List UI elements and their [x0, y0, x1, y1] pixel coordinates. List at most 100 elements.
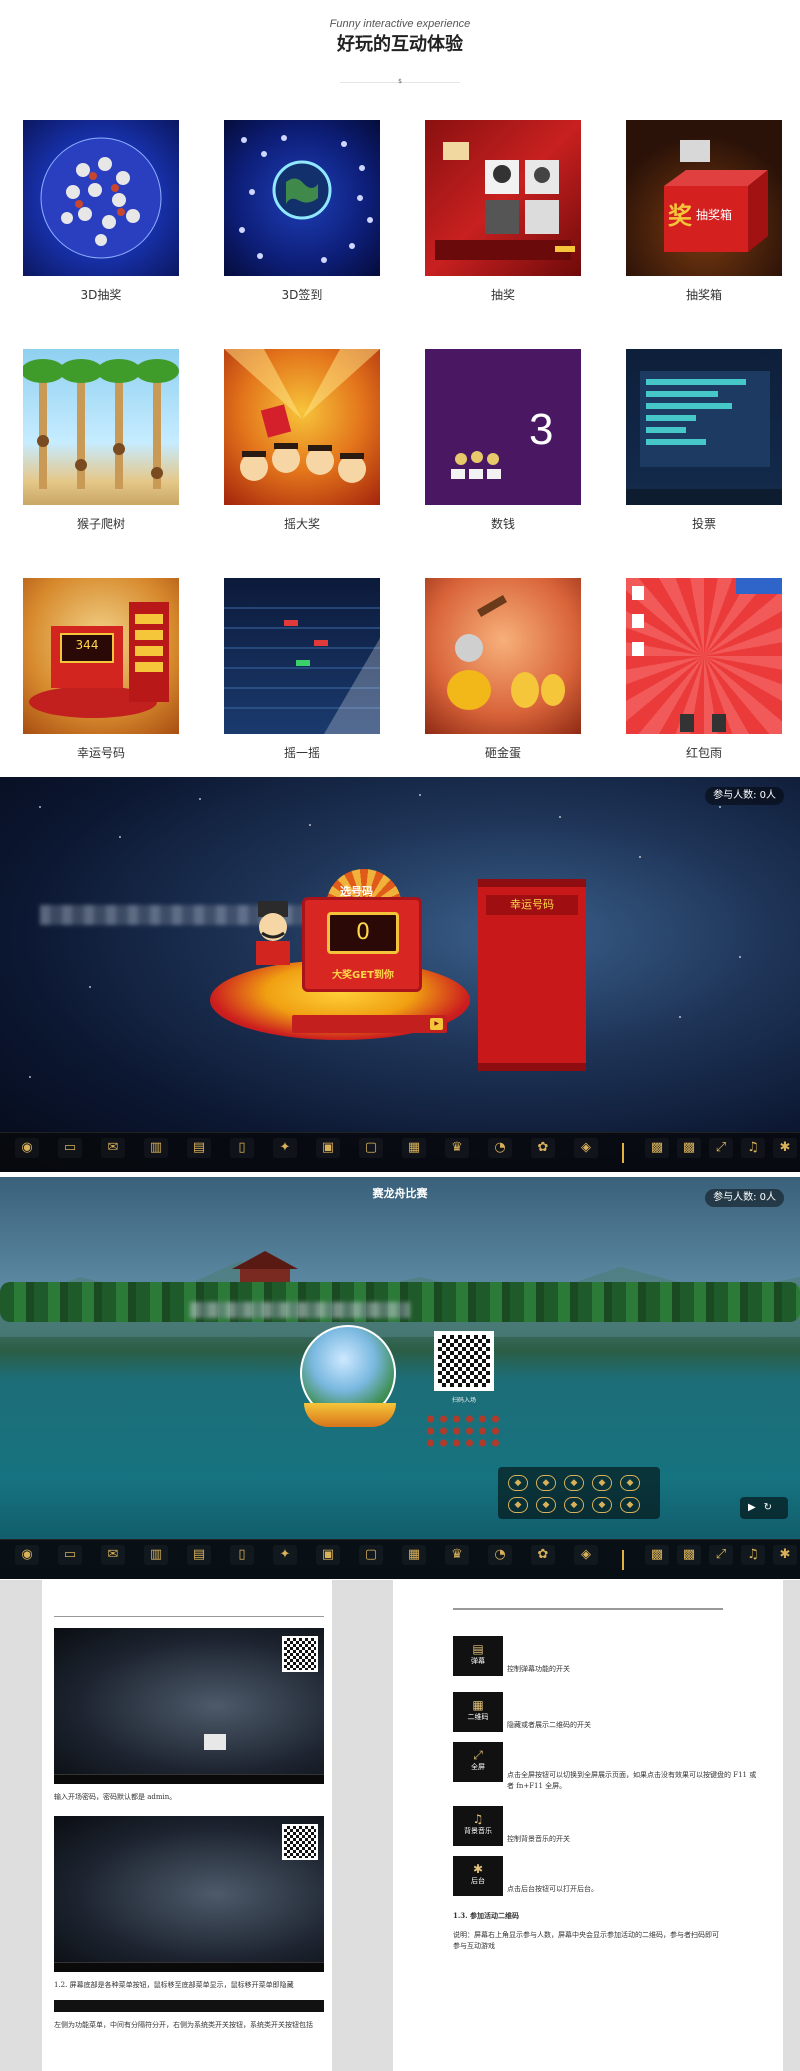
section-paragraph: 说明：屏幕右上角显示参与人数，屏幕中央会显示参加活动的二维码，参与者扫码即可参与…	[453, 1931, 719, 1950]
toolbar-strip	[54, 2000, 324, 2012]
toolbar-button[interactable]: ▦	[397, 1136, 431, 1170]
game-label: 砸金蛋	[484, 746, 521, 760]
game-label: 幸运号码	[76, 746, 125, 760]
game-card-lucky-number[interactable]: 344 幸运号码	[23, 578, 179, 760]
boat-option[interactable]: ◆	[564, 1497, 584, 1513]
toolbar-button[interactable]: ▩	[672, 1136, 706, 1170]
caption-menu: 1.2. 屏幕底部是各种菜单按钮，鼠标移至底部菜单显示，鼠标移开菜单即隐藏	[54, 1981, 294, 1989]
play-controls[interactable]: ▶↻	[740, 1497, 788, 1519]
boat-option[interactable]: ◆	[536, 1497, 556, 1513]
game-label: 3D签到	[281, 288, 323, 302]
toolbar-button[interactable]: ▦	[397, 1543, 431, 1577]
toolbar-button[interactable]: ✉	[96, 1543, 130, 1577]
toolbar-button[interactable]: ◔	[483, 1136, 517, 1170]
game-label: 摇大奖	[283, 517, 320, 531]
game-card-lottery-box[interactable]: 奖 抽奖箱 抽奖箱	[626, 120, 782, 302]
toolbar-button[interactable]: ▯	[225, 1136, 259, 1170]
toolbar-button[interactable]: ▣	[311, 1543, 345, 1577]
password-dialog	[204, 1734, 226, 1750]
toolbar-button[interactable]: ▢	[354, 1543, 388, 1577]
toolbar-button[interactable]: ⤢	[704, 1543, 738, 1577]
boat-option[interactable]: ◆	[508, 1475, 528, 1491]
boat-option[interactable]: ◆	[508, 1497, 528, 1513]
toolbar-button[interactable]: ✦	[268, 1136, 302, 1170]
game-card-3d-lottery[interactable]: 3D抽奖	[23, 120, 179, 302]
chat-icon: ▭	[58, 1138, 82, 1158]
manual-document: 输入开场密码，密码默认都是 admin。 1.2. 屏幕底部是各种菜单按钮，鼠标…	[0, 1580, 800, 2071]
toolbar-button[interactable]: ✦	[268, 1543, 302, 1577]
boat-option[interactable]: ◆	[620, 1497, 640, 1513]
document-page-left: 输入开场密码，密码默认都是 admin。 1.2. 屏幕底部是各种菜单按钮，鼠标…	[42, 1580, 332, 2071]
thumb-shake	[224, 578, 380, 734]
qr-icon: ▦ 二维码	[453, 1692, 503, 1732]
toolbar-button[interactable]: ▣	[311, 1136, 345, 1170]
toolbar-button[interactable]: ✱	[768, 1136, 800, 1170]
game-card-3d-signin[interactable]: 3D签到	[224, 120, 380, 302]
qr-caption: 扫码入场	[451, 1397, 476, 1404]
pie-icon: ◔	[488, 1138, 512, 1158]
toolbar-button[interactable]: ✱	[768, 1543, 800, 1577]
game-card-lottery[interactable]: 抽奖	[425, 120, 581, 302]
participant-count-badge: 参与人数: 0人	[705, 787, 784, 805]
flower-icon: ✿	[531, 1545, 555, 1565]
toolbar-button[interactable]: ♛	[440, 1136, 474, 1170]
boat-option[interactable]: ◆	[592, 1475, 612, 1491]
game-card-monkey-climb[interactable]: 猴子爬树	[23, 349, 179, 531]
boat-option[interactable]: ◆	[536, 1475, 556, 1491]
toolbar-button[interactable]: ▩	[640, 1136, 674, 1170]
boat-option[interactable]: ◆	[592, 1497, 612, 1513]
boat-option[interactable]: ◆	[620, 1475, 640, 1491]
toolbar-button[interactable]: ▩	[640, 1543, 674, 1577]
red-packet-icon	[632, 578, 782, 732]
toolbar-separator	[622, 1143, 624, 1163]
toolbar-button[interactable]: ▭	[53, 1136, 87, 1170]
game-card-golden-egg[interactable]: 砸金蛋	[425, 578, 581, 760]
boat-selector-panel[interactable]: ◆ ◆ ◆ ◆ ◆ ◆ ◆ ◆ ◆ ◆	[498, 1467, 660, 1519]
toolbar-button[interactable]: ▯	[225, 1543, 259, 1577]
god-of-wealth-icon	[256, 901, 290, 965]
toolbar-button[interactable]: ◈	[569, 1543, 603, 1577]
toolbar-button[interactable]: ◈	[569, 1136, 603, 1170]
toolbar-button[interactable]: ◉	[10, 1543, 44, 1577]
toolbar-separator	[622, 1550, 624, 1570]
toolbar-button[interactable]: ◉	[10, 1136, 44, 1170]
game-label: 猴子爬树	[76, 517, 125, 531]
game-card-count-money[interactable]: 3 数钱	[425, 349, 581, 531]
dragon-boat-scene: 赛龙舟比赛 参与人数: 0人 扫码入场 ◆ ◆ ◆ ◆ ◆ ◆ ◆ ◆ ◆ ◆ …	[0, 1177, 800, 1579]
toolbar-button[interactable]: ▤	[182, 1136, 216, 1170]
toolbar-button[interactable]: ▥	[139, 1136, 173, 1170]
music-icon: ♫	[741, 1545, 765, 1565]
participant-seats	[424, 1413, 504, 1449]
game-card-shake-prize[interactable]: 摇大奖	[224, 349, 380, 531]
game-card-vote[interactable]: 投票	[626, 349, 782, 531]
toolbar-button[interactable]: ▢	[354, 1136, 388, 1170]
start-button[interactable]: ▶	[430, 1018, 443, 1030]
game-card-red-packet-rain[interactable]: 红包雨	[626, 578, 782, 760]
toolbar-button[interactable]: ▤	[182, 1543, 216, 1577]
mini-toolbar	[54, 1962, 324, 1972]
party-crowd-icon	[224, 349, 380, 483]
toolbar-button[interactable]: ⤢	[704, 1136, 738, 1170]
toolbar-button[interactable]: ♫	[736, 1136, 770, 1170]
qr-code	[282, 1824, 318, 1860]
boat-option[interactable]: ◆	[564, 1475, 584, 1491]
toolbar-button[interactable]: ◔	[483, 1543, 517, 1577]
toolbar-button[interactable]: ♫	[736, 1543, 770, 1577]
toolbar-button[interactable]: ✿	[526, 1543, 560, 1577]
pie-icon: ◔	[488, 1545, 512, 1565]
item-desc: 点击后台按钮可以打开后台。	[507, 1885, 598, 1893]
toolbar-button[interactable]: ▥	[139, 1543, 173, 1577]
game-card-shake[interactable]: 摇一摇	[224, 578, 380, 760]
toolbar-button[interactable]: ✿	[526, 1136, 560, 1170]
toolbar-button[interactable]: ▩	[672, 1543, 706, 1577]
icon-label: 背景音乐	[464, 1827, 492, 1835]
lucky-number-display: 0	[327, 912, 399, 954]
draw-controls[interactable]: ▶	[292, 1015, 447, 1033]
toolbar-button[interactable]: ▭	[53, 1543, 87, 1577]
blurred-title	[190, 1302, 410, 1318]
thumb-red-packet-rain	[626, 578, 782, 734]
toolbar-button[interactable]: ✉	[96, 1136, 130, 1170]
toolbar-button[interactable]: ♛	[440, 1543, 474, 1577]
calendar-icon: ▦	[402, 1138, 426, 1158]
screenshot-login	[54, 1628, 324, 1784]
